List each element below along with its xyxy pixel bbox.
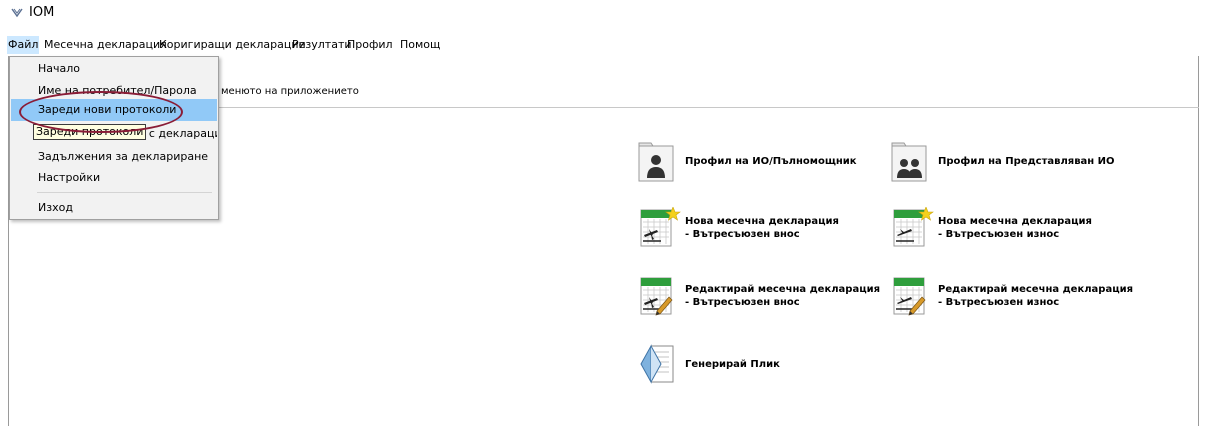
tile-label-line1: Нова месечна декларация [938, 216, 1092, 227]
generate-envelope-icon [640, 344, 674, 384]
tile-label-line1: Редактирай месечна декларация [938, 284, 1134, 295]
new-export-declaration-icon [893, 207, 934, 247]
menu-divider [37, 192, 212, 193]
tile-label-line1: Нова месечна декларация [685, 216, 839, 227]
menu-results[interactable]: Резултати [291, 36, 353, 54]
app-logo-icon [11, 8, 23, 18]
window-title: IOM [29, 5, 55, 20]
tile-label-line1: Редактирай месечна декларация [685, 284, 881, 295]
tile-label: Профил на ИО/Пълномощник [685, 156, 857, 167]
menu-monthly-declaration[interactable]: Месечна декларация [43, 36, 168, 54]
edit-import-declaration-icon [640, 277, 673, 316]
user-profile-icon [638, 142, 674, 182]
menu-help[interactable]: Помощ [399, 36, 441, 54]
tile-label-line2: - Вътресъюзен внос [685, 229, 800, 240]
tile-label-line2: - Вътресъюзен износ [938, 297, 1060, 308]
tile-label-line2: - Вътресъюзен внос [685, 297, 800, 308]
tile-label: Генерирай Плик [685, 359, 780, 370]
menu-item-settings[interactable]: Настройки [11, 167, 217, 189]
menu-file[interactable]: Файл [7, 36, 40, 54]
hint-text: менюто на приложението [221, 86, 359, 97]
menu-corrective-declarations[interactable]: Коригиращи декларации [158, 36, 307, 54]
annotation-circle [19, 91, 183, 133]
menu-item-home[interactable]: Начало [11, 58, 217, 80]
title-bar: IOM [0, 0, 1208, 26]
edit-export-declaration-icon [893, 277, 926, 316]
menu-item-exit[interactable]: Изход [11, 197, 217, 219]
new-import-declaration-icon [640, 207, 681, 247]
group-profile-icon [891, 142, 927, 182]
menu-item-declaration-obligations[interactable]: Задължения за деклариране [11, 146, 217, 168]
menu-profile[interactable]: Профил [346, 36, 394, 54]
menu-bar: Файл Месечна декларация Коригиращи декла… [0, 36, 1208, 56]
tile-label-line2: - Вътресъюзен износ [938, 229, 1060, 240]
tile-label: Профил на Представляван ИО [938, 156, 1115, 167]
